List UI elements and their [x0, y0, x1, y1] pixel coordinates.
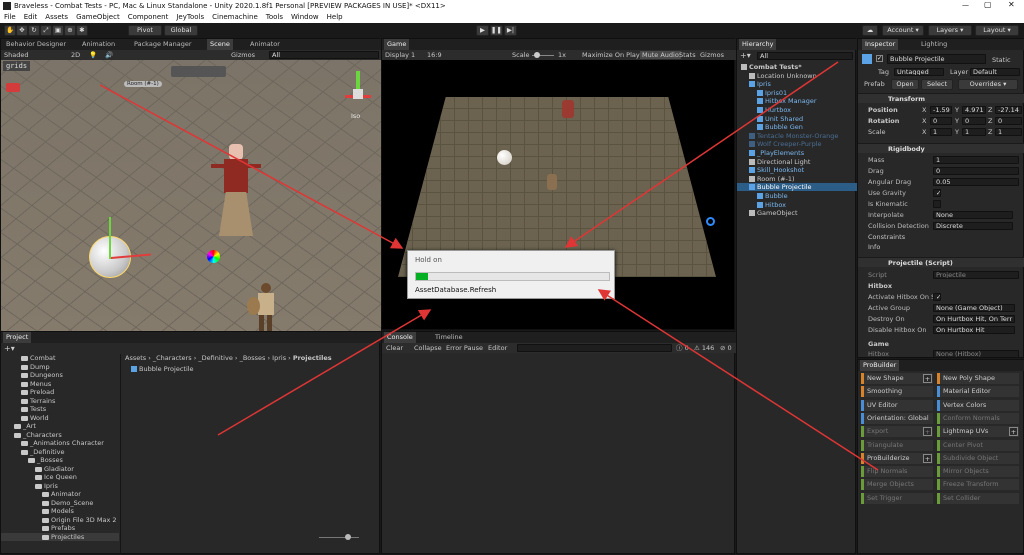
- arrow-from-scene: [99, 84, 404, 249]
- arrow-from-project: [217, 309, 432, 436]
- arrow-from-hierarchy: [564, 61, 839, 248]
- annotation-arrows: [99, 61, 879, 471]
- arrow-from-probuilder: [597, 289, 879, 471]
